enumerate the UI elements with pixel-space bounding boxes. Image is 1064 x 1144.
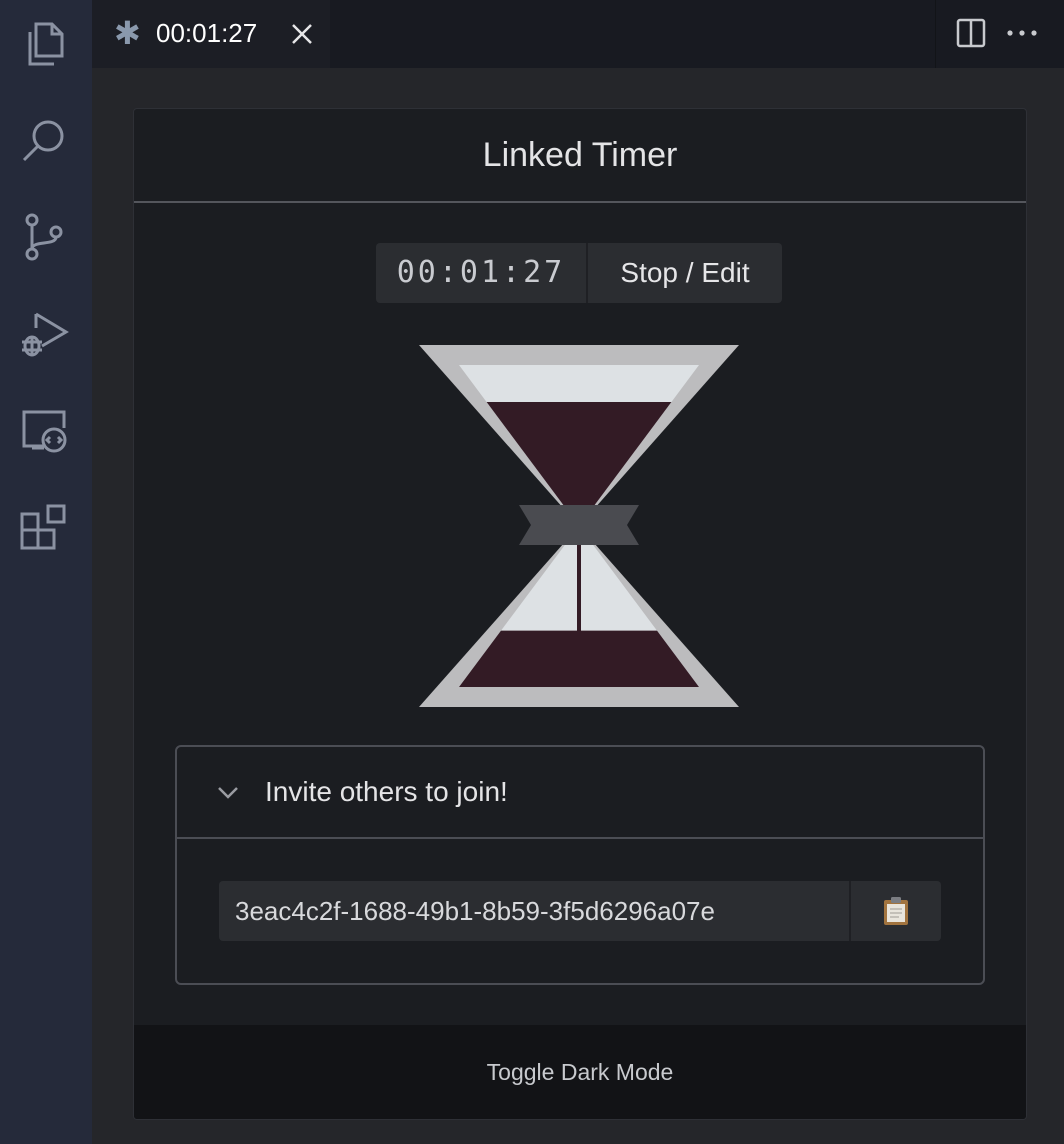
invite-code-group [219,881,941,941]
search-icon[interactable] [18,114,70,166]
run-debug-icon[interactable] [18,308,70,360]
activity-bar [0,0,92,1144]
timer-controls: 00:01:27 Stop / Edit [376,243,782,303]
tab-title: 00:01:27 [156,18,258,48]
page-title: Linked Timer [134,109,1026,203]
editor-actions [935,0,1064,68]
invite-code-field[interactable] [219,881,851,941]
invite-accordion: Invite others to join! [175,745,985,985]
editor-tab-bar: ✱ 00:01:27 [92,0,1064,69]
stop-edit-button[interactable]: Stop / Edit [588,243,782,303]
timer-display: 00:01:27 [376,243,588,303]
bottom-sand [459,630,699,687]
clipboard-icon [884,897,908,925]
copy-button[interactable] [851,881,941,941]
close-icon[interactable] [288,20,316,48]
modified-indicator-icon: ✱ [114,15,141,51]
extensions-icon[interactable] [18,502,70,554]
more-actions-icon[interactable] [1002,16,1042,50]
linked-timer-panel: Linked Timer 00:01:27 Stop / Edit Invite… [133,108,1027,1120]
tab-timer[interactable]: ✱ 00:01:27 [92,0,330,68]
invite-title: Invite others to join! [265,776,508,807]
toggle-dark-mode-button[interactable]: Toggle Dark Mode [134,1025,1026,1119]
hourglass-icon [419,345,739,707]
split-editor-icon[interactable] [954,16,988,50]
remote-explorer-icon[interactable] [18,406,70,458]
source-control-icon[interactable] [18,212,70,264]
chevron-down-icon [218,787,238,799]
files-icon[interactable] [18,18,70,70]
invite-accordion-header[interactable]: Invite others to join! [177,747,983,839]
